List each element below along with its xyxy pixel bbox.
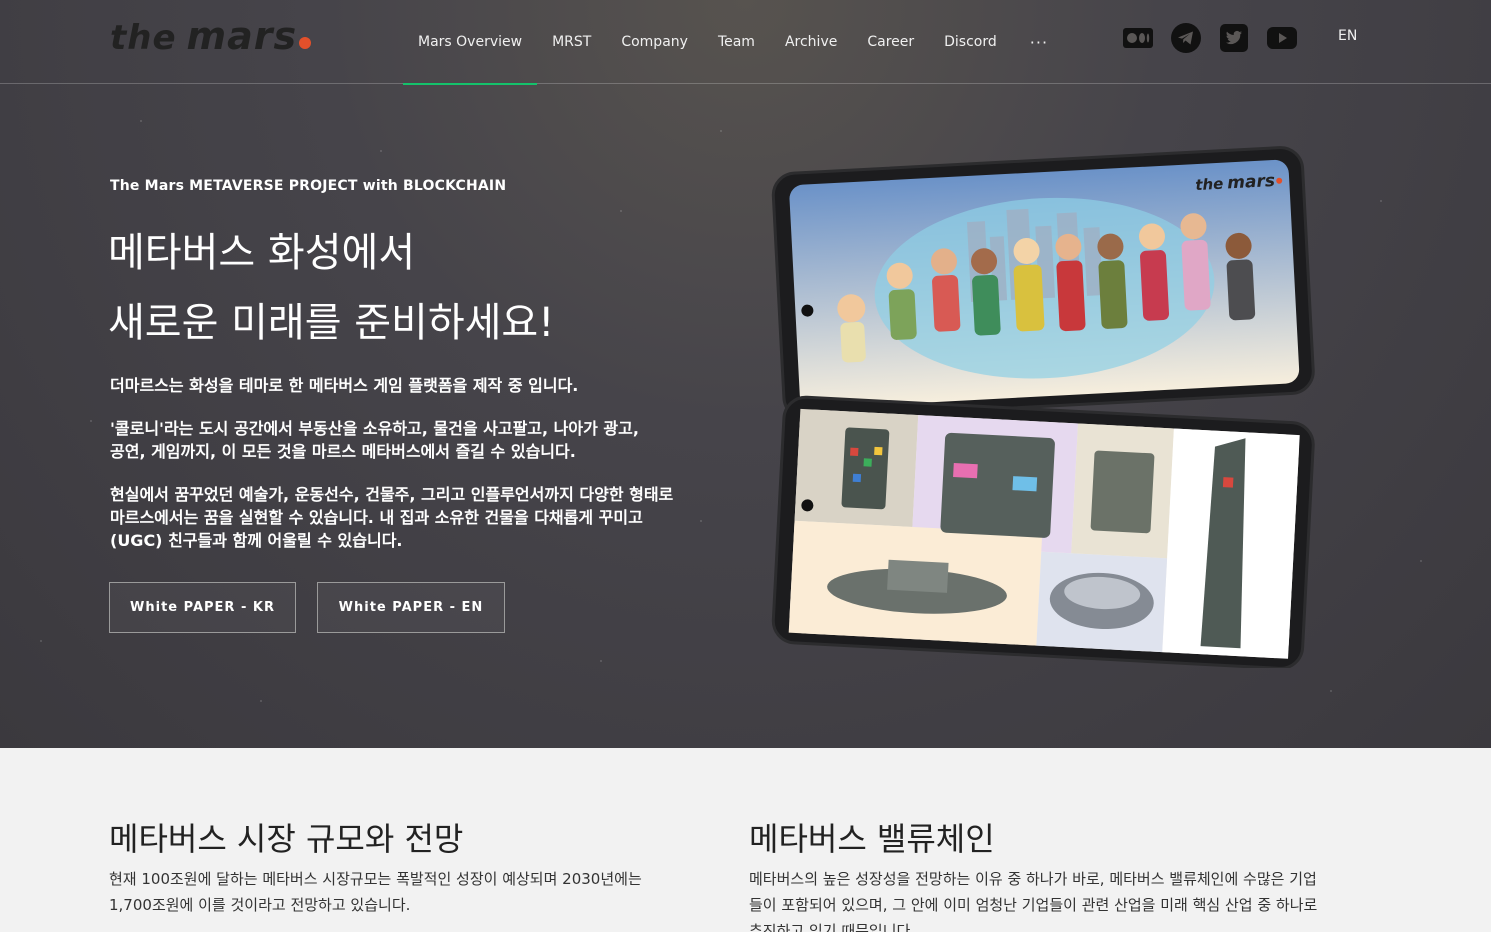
- headline-line-1: 메타버스 화성에서: [108, 230, 416, 276]
- phone-top-half: the mars: [771, 146, 1315, 421]
- description-paragraph-1: 더마르스는 화성을 테마로 한 메타버스 게임 플랫폼을 제작 중 입니다.: [110, 376, 579, 395]
- hero-eyebrow: The Mars METAVERSE PROJECT with BLOCKCHA…: [110, 178, 507, 194]
- phone-bottom-half: [771, 395, 1315, 668]
- telegram-icon[interactable]: [1170, 22, 1202, 54]
- logo-prefix: the: [110, 18, 177, 58]
- value-chain-text-line-2: 들이 포함되어 있으며, 그 안에 이미 엄청난 기업들이 관련 산업을 미래 …: [749, 896, 1318, 914]
- market-size-title: 메타버스 시장 규모와 전망: [109, 820, 464, 858]
- medium-icon[interactable]: [1122, 22, 1154, 54]
- whitepaper-kr-button[interactable]: White PAPER - KR: [109, 582, 296, 633]
- paragraph-3-line-1: 현실에서 꿈꾸었던 예술가, 운동선수, 건물주, 그리고 인플루언서까지 다양…: [110, 485, 674, 504]
- logo-dot: [299, 37, 312, 49]
- svg-text:mars: mars: [1227, 171, 1276, 193]
- twitter-icon[interactable]: [1218, 22, 1250, 54]
- phone-logo: the: [1195, 175, 1224, 194]
- headline-line-2: 새로운 미래를 준비하세요!: [108, 300, 555, 346]
- market-text-line-1: 현재 100조원에 달하는 메타버스 시장규모는 폭발적인 성장이 예상되며 2…: [109, 870, 642, 888]
- description-paragraph-3: 현실에서 꿈꾸었던 예술가, 운동선수, 건물주, 그리고 인플루언서까지 다양…: [110, 483, 750, 552]
- market-text-line-2: 1,700조원에 이를 것이라고 전망하고 있습니다.: [109, 896, 411, 914]
- nav-item-team[interactable]: Team: [703, 0, 770, 84]
- nav-item-company[interactable]: Company: [606, 0, 703, 84]
- language-switch[interactable]: EN: [1338, 28, 1357, 44]
- nav-item-mars-overview[interactable]: Mars Overview: [403, 0, 538, 85]
- whitepaper-en-button[interactable]: White PAPER - EN: [317, 582, 505, 633]
- paragraph-3-line-3: (UGC) 친구들과 함께 어울릴 수 있습니다.: [110, 531, 403, 550]
- social-links: [1122, 22, 1298, 54]
- main-menu: Mars Overview MRST Company Team Archive …: [403, 0, 1063, 85]
- hero-headline: 메타버스 화성에서 새로운 미래를 준비하세요!: [108, 218, 554, 358]
- brand-logo[interactable]: the mars: [110, 14, 312, 58]
- nav-item-career[interactable]: Career: [852, 0, 929, 84]
- logo-name: mars: [186, 14, 298, 58]
- hero-section: the mars Mars Overview MRST Company Team …: [0, 0, 1491, 748]
- description-paragraph-2: '콜로니'라는 도시 공간에서 부동산을 소유하고, 물건을 사고팔고, 나아가…: [110, 417, 750, 463]
- hero-description: 더마르스는 화성을 테마로 한 메타버스 게임 플랫폼을 제작 중 입니다. '…: [110, 374, 750, 572]
- paragraph-3-line-2: 마르스에서는 꿈을 실현할 수 있습니다. 내 집과 소유한 건물을 다채롭게 …: [110, 508, 643, 527]
- nav-more-button[interactable]: ···: [1012, 0, 1063, 84]
- value-chain-title: 메타버스 밸류체인: [749, 820, 995, 858]
- value-chain-text-line-3: 추진하고 있기 때문입니다.: [749, 922, 916, 932]
- top-navigation: the mars Mars Overview MRST Company Team …: [0, 0, 1491, 85]
- market-size-text: 현재 100조원에 달하는 메타버스 시장규모는 폭발적인 성장이 예상되며 2…: [109, 866, 709, 918]
- value-chain-text-line-1: 메타버스의 높은 성장성을 전망하는 이유 중 하나가 바로, 메타버스 밸류체…: [749, 870, 1317, 888]
- nav-item-mrst[interactable]: MRST: [537, 0, 606, 84]
- nav-item-discord[interactable]: Discord: [929, 0, 1012, 84]
- youtube-icon[interactable]: [1266, 22, 1298, 54]
- phone-illustration: the mars: [771, 146, 1315, 668]
- paragraph-2-line-1: '콜로니'라는 도시 공간에서 부동산을 소유하고, 물건을 사고팔고, 나아가…: [110, 419, 639, 438]
- nav-item-archive[interactable]: Archive: [770, 0, 852, 84]
- value-chain-text: 메타버스의 높은 성장성을 전망하는 이유 중 하나가 바로, 메타버스 밸류체…: [749, 866, 1379, 932]
- paragraph-2-line-2: 공연, 게임까지, 이 모든 것을 마르스 메타버스에서 즐길 수 있습니다.: [110, 442, 576, 461]
